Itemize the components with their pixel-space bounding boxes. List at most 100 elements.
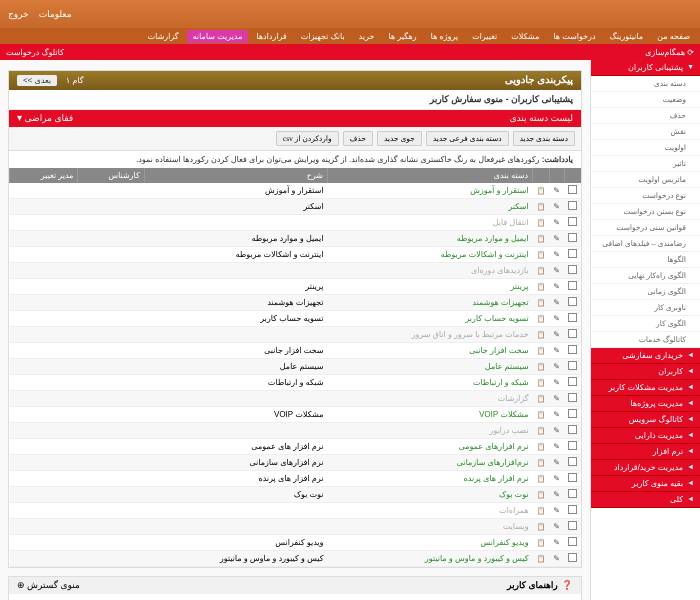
row-edit[interactable]	[549, 519, 564, 535]
row-checkbox[interactable]	[564, 247, 581, 263]
row-name[interactable]: گزارشات	[328, 391, 533, 407]
row-copy[interactable]	[533, 423, 550, 439]
row-edit[interactable]	[549, 215, 564, 231]
sidebar-item[interactable]: ماتریس اولویت	[591, 172, 700, 188]
row-edit[interactable]	[549, 423, 564, 439]
row-edit[interactable]	[549, 471, 564, 487]
row-copy[interactable]	[533, 455, 550, 471]
nav-tab[interactable]: قراردادها	[250, 30, 292, 43]
row-copy[interactable]	[533, 503, 550, 519]
row-checkbox[interactable]	[564, 519, 581, 535]
row-edit[interactable]	[549, 343, 564, 359]
row-name[interactable]: نوت بوک	[328, 487, 533, 503]
row-edit[interactable]	[549, 231, 564, 247]
row-name[interactable]: تجهیزات هوشمند	[328, 295, 533, 311]
row-checkbox[interactable]	[564, 535, 581, 551]
row-copy[interactable]	[533, 471, 550, 487]
row-edit[interactable]	[549, 391, 564, 407]
sidebar-item[interactable]: اولویت	[591, 140, 700, 156]
row-checkbox[interactable]	[564, 407, 581, 423]
nav-tab[interactable]: درخواست ها	[547, 30, 601, 43]
row-name[interactable]: کیس و کیبورد و ماوس و مانیتور	[328, 551, 533, 567]
row-copy[interactable]	[533, 311, 550, 327]
row-name[interactable]: ایمیل و موارد مربوطه	[328, 231, 533, 247]
row-checkbox[interactable]	[564, 455, 581, 471]
row-checkbox[interactable]	[564, 295, 581, 311]
toolbar-button[interactable]: دسته بندی فرعی جدید	[426, 131, 509, 146]
row-copy[interactable]	[533, 391, 550, 407]
help-collapse[interactable]: منوی گسترش ⊕	[17, 580, 80, 591]
row-checkbox[interactable]	[564, 439, 581, 455]
row-name[interactable]: تسویه حساب کاربر	[328, 311, 533, 327]
row-checkbox[interactable]	[564, 311, 581, 327]
sidebar-item[interactable]: الگوی کار	[591, 316, 700, 332]
row-copy[interactable]	[533, 439, 550, 455]
nav-tab[interactable]: تغییرات	[466, 30, 503, 43]
nav-tab[interactable]: بانک تجهیزات	[295, 30, 351, 43]
row-copy[interactable]	[533, 359, 550, 375]
row-checkbox[interactable]	[564, 359, 581, 375]
row-copy[interactable]	[533, 343, 550, 359]
row-edit[interactable]	[549, 535, 564, 551]
row-checkbox[interactable]	[564, 215, 581, 231]
row-checkbox[interactable]	[564, 423, 581, 439]
sidebar-section[interactable]: ▼پشتیبانی کاربران	[591, 60, 700, 76]
row-checkbox[interactable]	[564, 327, 581, 343]
row-checkbox[interactable]	[564, 183, 581, 199]
topbar-link-logout[interactable]: خروج	[8, 9, 29, 20]
row-checkbox[interactable]	[564, 503, 581, 519]
row-checkbox[interactable]	[564, 487, 581, 503]
filter-dropdown[interactable]: فقای مراضی ▾	[17, 113, 73, 124]
row-edit[interactable]	[549, 247, 564, 263]
sidebar-section[interactable]: ◄مدیریت مشکلات کاربر	[591, 380, 700, 396]
row-copy[interactable]	[533, 519, 550, 535]
row-name[interactable]: اسکنر	[328, 199, 533, 215]
row-edit[interactable]	[549, 487, 564, 503]
row-copy[interactable]	[533, 375, 550, 391]
row-checkbox[interactable]	[564, 231, 581, 247]
sidebar-item[interactable]: حذف	[591, 108, 700, 124]
catalog-link[interactable]: کاتلوگ درخواست	[6, 48, 64, 57]
row-edit[interactable]	[549, 279, 564, 295]
row-copy[interactable]	[533, 215, 550, 231]
toolbar-button[interactable]: دسته بندی جدید	[513, 131, 575, 146]
sidebar-item[interactable]: الگوی زمانی	[591, 284, 700, 300]
row-checkbox[interactable]	[564, 391, 581, 407]
row-copy[interactable]	[533, 551, 550, 567]
row-copy[interactable]	[533, 535, 550, 551]
pager-next[interactable]: بعدی >>	[17, 75, 57, 86]
nav-tab[interactable]: مانیتورینگ	[604, 30, 650, 43]
row-copy[interactable]	[533, 231, 550, 247]
nav-tab[interactable]: گزارشات	[142, 30, 185, 43]
row-checkbox[interactable]	[564, 263, 581, 279]
toolbar-button[interactable]: جوی جدید	[377, 131, 422, 146]
nav-tab[interactable]: پروژه ها	[425, 30, 464, 43]
nav-tab[interactable]: خرید	[353, 30, 381, 43]
sidebar-item[interactable]: ناوبری کار	[591, 300, 700, 316]
sidebar-item[interactable]: دسته بندی	[591, 76, 700, 92]
row-name[interactable]: اینترنت و اشکالات مربوطه	[328, 247, 533, 263]
row-name[interactable]: سیستم عامل	[328, 359, 533, 375]
row-copy[interactable]	[533, 183, 550, 199]
row-copy[interactable]	[533, 247, 550, 263]
row-edit[interactable]	[549, 439, 564, 455]
row-edit[interactable]	[549, 311, 564, 327]
row-copy[interactable]	[533, 407, 550, 423]
row-edit[interactable]	[549, 183, 564, 199]
sidebar-item[interactable]: قوانین سنی درخواست	[591, 220, 700, 236]
sidebar-item[interactable]: نوع بستن درخواست	[591, 204, 700, 220]
row-name[interactable]: نرم افزار های پرنده	[328, 471, 533, 487]
sidebar-item[interactable]: نوع درخواست	[591, 188, 700, 204]
row-edit[interactable]	[549, 327, 564, 343]
sync-button[interactable]: ⟳ همگام‌سازی	[645, 48, 694, 57]
row-edit[interactable]	[549, 359, 564, 375]
sidebar-item[interactable]: وضعیت	[591, 92, 700, 108]
row-name[interactable]: همراه‌ات	[328, 503, 533, 519]
nav-tab[interactable]: مدیریت سامانه	[187, 30, 249, 43]
toolbar-button[interactable]: واردکردن از csv	[276, 131, 339, 146]
row-checkbox[interactable]	[564, 199, 581, 215]
sidebar-section[interactable]: ◄نرم افزار	[591, 444, 700, 460]
row-name[interactable]: سخت افزار جانبی	[328, 343, 533, 359]
sidebar-section[interactable]: ◄مدیریت پروژه‌ها	[591, 396, 700, 412]
sidebar-section[interactable]: ◄مدیریت خرید/قرارداد	[591, 460, 700, 476]
